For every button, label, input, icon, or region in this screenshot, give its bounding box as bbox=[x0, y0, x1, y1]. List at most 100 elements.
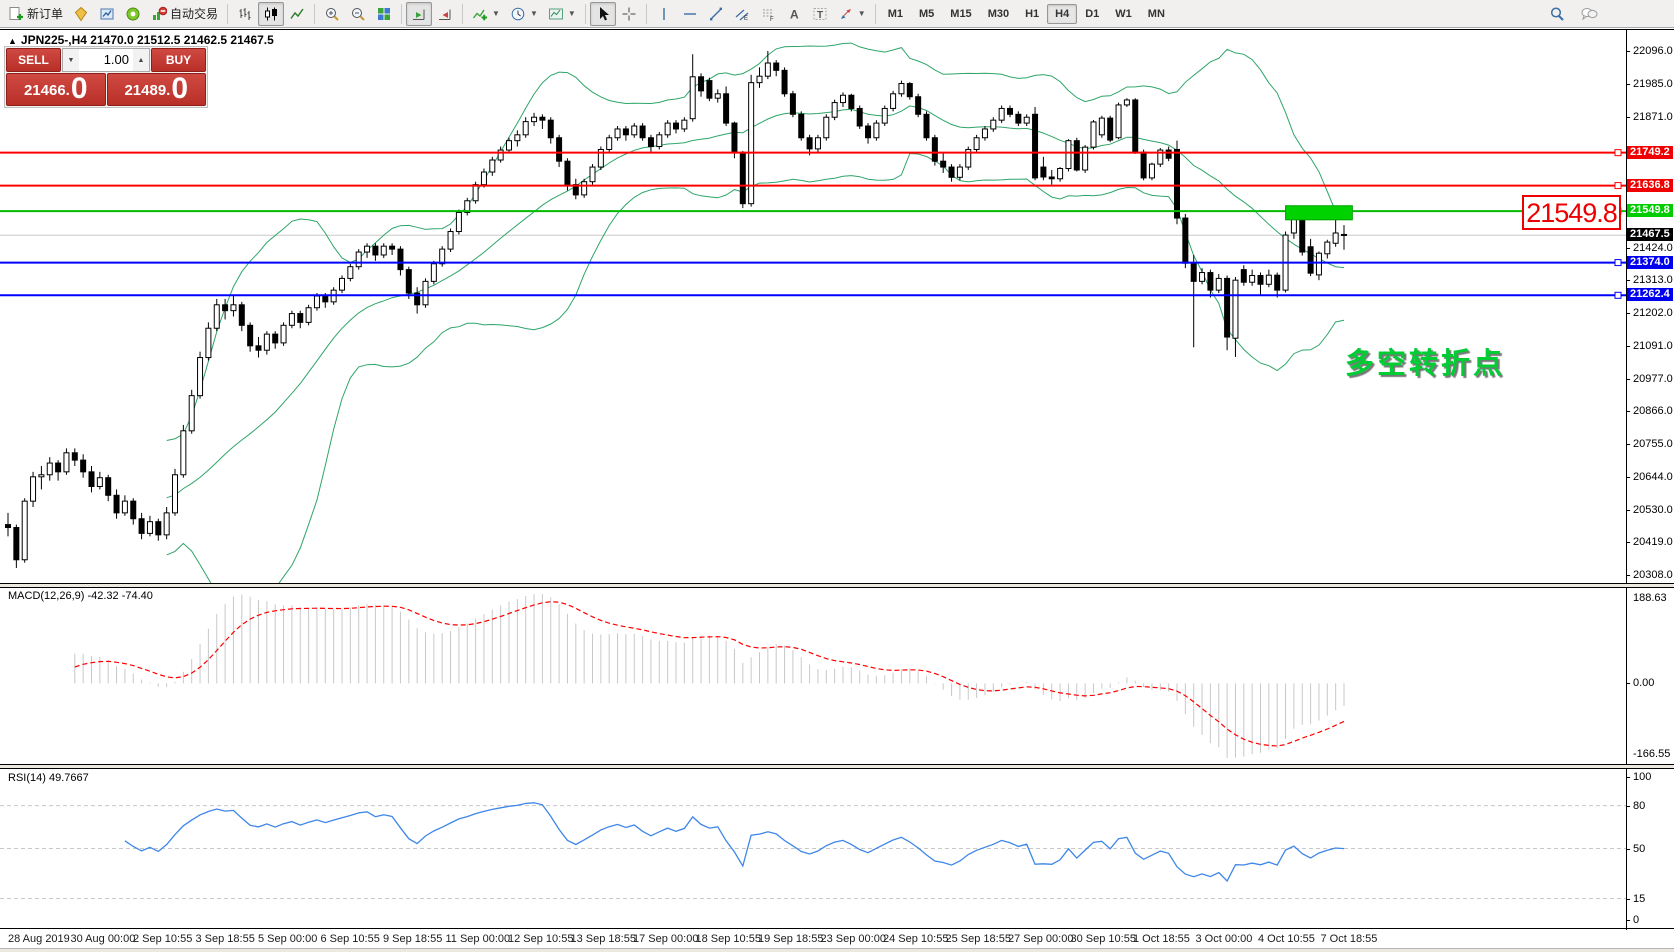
timeframe-m15[interactable]: M15 bbox=[942, 4, 979, 24]
axis-tick bbox=[1626, 477, 1630, 478]
bar-chart-button[interactable] bbox=[232, 2, 258, 26]
volume-input[interactable]: 1.00 bbox=[79, 49, 133, 71]
timeframe-m5[interactable]: M5 bbox=[911, 4, 942, 24]
auto-scroll-button[interactable] bbox=[406, 2, 432, 26]
crosshair-button[interactable] bbox=[616, 2, 642, 26]
search-button[interactable] bbox=[1544, 2, 1570, 26]
buy-label: BUY bbox=[166, 53, 191, 67]
one-click-trading-panel: SELL ▼ 1.00 ▲ BUY 21466.0 21489.0 bbox=[4, 46, 208, 108]
timeframe-h4[interactable]: H4 bbox=[1047, 4, 1077, 24]
arrows-button[interactable]: ▼ bbox=[833, 2, 871, 26]
buy-button[interactable]: BUY bbox=[151, 48, 206, 72]
time-axis-label: 30 Aug 00:00 bbox=[71, 933, 136, 945]
sell-button[interactable]: SELL bbox=[6, 48, 61, 72]
vertical-line-button[interactable] bbox=[651, 2, 677, 26]
sell-price: 21466. bbox=[24, 78, 70, 104]
time-axis-label: 12 Sep 10:55 bbox=[508, 933, 573, 945]
chart-shift-button[interactable] bbox=[432, 2, 458, 26]
chat-icon bbox=[1580, 6, 1598, 22]
axis-tick bbox=[1626, 248, 1630, 249]
axis-tick bbox=[1626, 444, 1630, 445]
price-level-tag[interactable]: 21749.2 bbox=[1627, 146, 1673, 159]
periods-button[interactable]: ▼ bbox=[505, 2, 543, 26]
zoom-in-button[interactable] bbox=[319, 2, 345, 26]
text-button[interactable]: A bbox=[781, 2, 807, 26]
price-level-tag[interactable]: 21549.8 bbox=[1627, 204, 1673, 217]
collapse-triangle-icon[interactable]: ▲ bbox=[8, 36, 17, 46]
candlestick-chart-button[interactable] bbox=[258, 2, 284, 26]
profiles-button[interactable] bbox=[94, 2, 120, 26]
zoom-out-button[interactable] bbox=[345, 2, 371, 26]
svg-text:T: T bbox=[817, 10, 823, 21]
macd-panel[interactable] bbox=[0, 588, 1626, 764]
price-level-tag[interactable]: 21636.8 bbox=[1627, 179, 1673, 192]
time-axis-label: 6 Sep 10:55 bbox=[321, 933, 380, 945]
time-axis-label: 3 Sep 18:55 bbox=[196, 933, 255, 945]
horizontal-line-button[interactable] bbox=[677, 2, 703, 26]
axis-tick bbox=[1626, 313, 1630, 314]
time-axis-label: 25 Sep 18:55 bbox=[946, 933, 1011, 945]
axis-tick bbox=[1626, 117, 1630, 118]
price-tick-label: 20419.0 bbox=[1633, 536, 1673, 548]
indicators-icon bbox=[472, 6, 488, 22]
line-chart-button[interactable] bbox=[284, 2, 310, 26]
rsi-tick-label: 100 bbox=[1633, 771, 1651, 783]
price-level-tag[interactable]: 21374.0 bbox=[1627, 256, 1673, 269]
separator bbox=[646, 4, 647, 24]
fibonacci-button[interactable]: F bbox=[755, 2, 781, 26]
sell-price-button[interactable]: 21466.0 bbox=[6, 73, 106, 106]
main-chart[interactable] bbox=[0, 31, 1626, 583]
separator bbox=[314, 4, 315, 24]
templates-button[interactable]: ▼ bbox=[543, 2, 581, 26]
text-label-button[interactable]: T bbox=[807, 2, 833, 26]
turning-point-annotation[interactable]: 多空转折点 bbox=[1345, 340, 1505, 382]
separator bbox=[875, 4, 876, 24]
buy-price-button[interactable]: 21489.0 bbox=[107, 73, 207, 106]
rsi-panel[interactable] bbox=[0, 769, 1626, 928]
timeframe-m30[interactable]: M30 bbox=[980, 4, 1017, 24]
sell-label: SELL bbox=[18, 53, 49, 67]
price-tick-label: 20977.0 bbox=[1633, 373, 1673, 385]
timeframe-h1[interactable]: H1 bbox=[1017, 4, 1047, 24]
macd-zero-label: 0.00 bbox=[1633, 677, 1654, 689]
market-watch-button[interactable] bbox=[68, 2, 94, 26]
trendline-button[interactable] bbox=[703, 2, 729, 26]
trendline-icon bbox=[708, 6, 724, 22]
cursor-button[interactable] bbox=[590, 2, 616, 26]
rsi-tick-label: 0 bbox=[1633, 914, 1639, 926]
vertical-line-icon bbox=[656, 6, 672, 22]
price-tick-label: 20866.0 bbox=[1633, 405, 1673, 417]
chat-button[interactable] bbox=[1576, 2, 1602, 26]
price-tick-label: 21313.0 bbox=[1633, 274, 1673, 286]
tile-windows-button[interactable] bbox=[371, 2, 397, 26]
autotrading-button[interactable]: 自动交易 bbox=[146, 2, 223, 26]
rsi-indicator-label: RSI(14) 49.7667 bbox=[8, 772, 89, 784]
signals-button[interactable] bbox=[120, 2, 146, 26]
symbol-info-row[interactable]: ▲JPN225-,H4 21470.0 21512.5 21462.5 2146… bbox=[8, 33, 274, 47]
price-tick-label: 22096.0 bbox=[1633, 45, 1673, 57]
svg-text:A: A bbox=[790, 7, 799, 21]
timeframe-m1[interactable]: M1 bbox=[880, 4, 911, 24]
time-axis-label: 24 Sep 10:55 bbox=[883, 933, 948, 945]
timeframe-mn[interactable]: MN bbox=[1140, 4, 1173, 24]
axis-tick bbox=[1626, 542, 1630, 543]
buy-price: 21489. bbox=[124, 78, 170, 104]
price-level-tag[interactable]: 21467.5 bbox=[1627, 228, 1673, 241]
separator bbox=[401, 4, 402, 24]
cursor-icon bbox=[595, 6, 611, 22]
equidistant-channel-button[interactable]: E bbox=[729, 2, 755, 26]
axis-tick bbox=[1626, 411, 1630, 412]
timeframe-w1[interactable]: W1 bbox=[1107, 4, 1140, 24]
price-callout-label[interactable]: 21549.8 bbox=[1522, 195, 1621, 230]
autotrading-icon bbox=[151, 6, 167, 22]
new-order-button[interactable]: 新订单 bbox=[3, 2, 68, 26]
timeframe-d1[interactable]: D1 bbox=[1077, 4, 1107, 24]
indicators-button[interactable]: ▼ bbox=[467, 2, 505, 26]
price-level-tag[interactable]: 21262.4 bbox=[1627, 288, 1673, 301]
volume-up-button[interactable]: ▲ bbox=[133, 49, 149, 71]
toolbar: 新订单 自动交易 bbox=[0, 0, 1674, 28]
auto-scroll-icon bbox=[411, 6, 427, 22]
axis-tick bbox=[1626, 806, 1630, 807]
macd-indicator-label: MACD(12,26,9) -42.32 -74.40 bbox=[8, 590, 153, 602]
volume-down-button[interactable]: ▼ bbox=[63, 49, 79, 71]
